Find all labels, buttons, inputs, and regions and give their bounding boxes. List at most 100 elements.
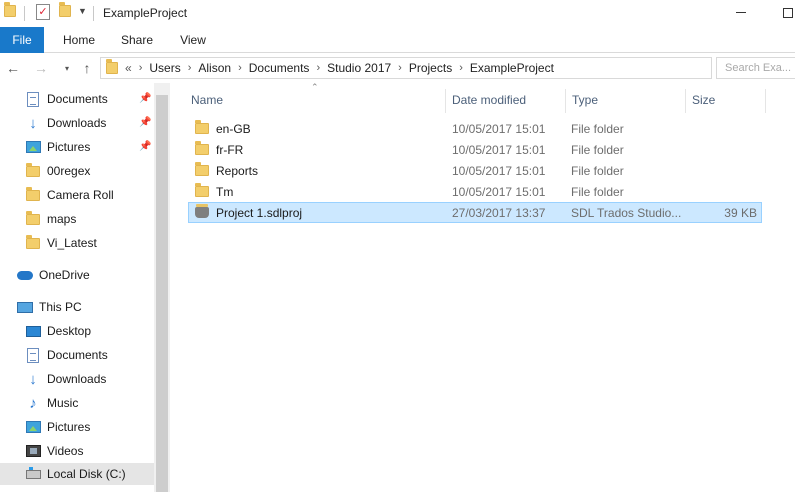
sidebar-item-pc-pictures[interactable]: Pictures [25, 416, 90, 438]
folder-icon [106, 59, 118, 74]
folder-icon [25, 162, 41, 179]
sidebar-item-label: Documents [47, 348, 108, 362]
table-row[interactable]: en-GB 10/05/2017 15:01 File folder [188, 118, 762, 139]
music-icon: ♪ [29, 394, 37, 412]
minimize-button[interactable] [736, 12, 746, 13]
sidebar-item-camera-roll[interactable]: Camera Roll [25, 184, 114, 206]
table-row[interactable]: fr-FR 10/05/2017 15:01 File folder [188, 139, 762, 160]
folder-icon [25, 234, 41, 251]
column-header-type[interactable]: Type [572, 89, 685, 111]
folder-icon [194, 183, 210, 200]
tab-home[interactable]: Home [52, 27, 106, 53]
folder-icon [25, 210, 41, 227]
table-row[interactable]: Tm 10/05/2017 15:01 File folder [188, 181, 762, 202]
pin-icon[interactable]: 📌 [139, 93, 151, 105]
sidebar-item-label: Music [47, 396, 79, 410]
file-name-cell: Project 1.sdlproj [194, 204, 303, 221]
sidebar-item-label: Desktop [47, 324, 92, 338]
sidebar-item-videos[interactable]: Videos [25, 440, 83, 462]
sidebar-item-pictures[interactable]: Pictures [25, 136, 90, 158]
sidebar-item-label: Downloads [47, 116, 107, 130]
sidebar-item-label: Documents [47, 92, 108, 106]
recent-locations-chevron-icon[interactable]: ▾ [59, 60, 75, 76]
tab-view[interactable]: View [168, 27, 218, 53]
file-name: fr-FR [216, 142, 244, 157]
new-folder-icon[interactable] [59, 2, 71, 17]
sidebar-item-onedrive[interactable]: OneDrive [17, 264, 90, 286]
sidebar-item-label: Local Disk (C:) [47, 467, 126, 481]
address-bar[interactable]: « › Users › Alison › Documents › Studio … [100, 57, 792, 79]
downloads-icon: ↓ [29, 370, 37, 388]
column-divider[interactable] [685, 89, 686, 113]
column-header-size[interactable]: Size [692, 89, 764, 111]
breadcrumb-separator-icon[interactable]: › [238, 62, 242, 74]
sidebar-item-pc-documents[interactable]: Documents [25, 344, 108, 366]
up-arrow-icon[interactable]: ↑ [79, 60, 95, 76]
folder-icon [194, 141, 210, 158]
table-row-selected[interactable]: Project 1.sdlproj 27/03/2017 13:37 SDL T… [188, 202, 762, 223]
sidebar-item-this-pc[interactable]: This PC [17, 296, 82, 318]
navigation-bar: ← → ▾ ↑ « › Users › Alison › Documents ›… [0, 53, 795, 83]
sidebar-item-desktop[interactable]: Desktop [25, 320, 91, 342]
disk-icon [25, 466, 41, 482]
ribbon-tabs: File Home Share View [0, 27, 795, 53]
breadcrumb-projects[interactable]: Projects [409, 61, 452, 75]
breadcrumb-alison[interactable]: Alison [198, 61, 231, 75]
column-header-date-modified[interactable]: Date modified [452, 89, 565, 111]
forward-arrow-icon[interactable]: → [33, 60, 49, 76]
column-divider[interactable] [445, 89, 446, 113]
breadcrumb-separator-icon[interactable]: › [459, 62, 463, 74]
file-name: Project 1.sdlproj [216, 205, 303, 220]
file-name-cell: Tm [194, 183, 233, 200]
sidebar-scrollbar-thumb[interactable] [156, 95, 168, 492]
table-row[interactable]: Reports 10/05/2017 15:01 File folder [188, 160, 762, 181]
file-type: File folder [571, 163, 624, 178]
pin-icon[interactable]: 📌 [139, 117, 151, 129]
breadcrumb-users[interactable]: Users [149, 61, 180, 75]
tab-file[interactable]: File [0, 27, 44, 53]
sidebar-item-00regex[interactable]: 00regex [25, 160, 90, 182]
pin-icon[interactable]: 📌 [139, 141, 151, 153]
folder-icon [194, 120, 210, 137]
sidebar-item-label: This PC [39, 300, 82, 314]
sidebar-item-label: Videos [47, 444, 84, 458]
sidebar-item-pc-downloads[interactable]: ↓ Downloads [25, 368, 106, 390]
breadcrumb-separator-icon[interactable]: › [139, 62, 143, 74]
sidebar-item-label: Pictures [47, 140, 91, 154]
videos-icon [25, 443, 41, 459]
desktop-icon [25, 323, 41, 339]
maximize-button[interactable] [783, 8, 793, 18]
column-divider[interactable] [565, 89, 566, 113]
column-header-name[interactable]: Name [191, 89, 445, 111]
tab-share[interactable]: Share [112, 27, 162, 53]
sidebar-item-downloads[interactable]: ↓ Downloads [25, 112, 106, 134]
sdl-project-file-icon [194, 204, 210, 221]
sidebar-item-maps[interactable]: maps [25, 208, 76, 230]
breadcrumb-separator-icon[interactable]: › [188, 62, 192, 74]
file-name: en-GB [216, 121, 251, 136]
breadcrumb-separator-icon[interactable]: › [316, 62, 320, 74]
sidebar-item-music[interactable]: ♪ Music [25, 392, 78, 414]
breadcrumb-overflow[interactable]: « [125, 61, 132, 75]
documents-icon [25, 91, 41, 107]
column-divider[interactable] [765, 89, 766, 113]
sidebar-item-local-disk[interactable]: Local Disk (C:) [0, 463, 154, 485]
pictures-icon [25, 139, 41, 155]
back-arrow-icon[interactable]: ← [5, 60, 21, 76]
breadcrumb-documents[interactable]: Documents [249, 61, 310, 75]
breadcrumb-exampleproject[interactable]: ExampleProject [470, 61, 554, 75]
sidebar-item-documents[interactable]: Documents [25, 88, 108, 110]
breadcrumb-separator-icon[interactable]: › [398, 62, 402, 74]
file-type: File folder [571, 121, 624, 136]
search-input[interactable]: Search Exa... [716, 57, 795, 79]
file-date: 10/05/2017 15:01 [452, 121, 546, 136]
sidebar-item-vi-latest[interactable]: Vi_Latest [25, 232, 97, 254]
breadcrumb-studio-2017[interactable]: Studio 2017 [327, 61, 391, 75]
file-name: Reports [216, 163, 259, 178]
file-date: 27/03/2017 13:37 [452, 205, 546, 220]
onedrive-cloud-icon [17, 267, 33, 283]
customize-toolbar-chevron-icon[interactable]: ▼ [78, 6, 87, 16]
properties-icon[interactable]: ✓ [36, 4, 50, 20]
sidebar-item-label: Camera Roll [47, 188, 114, 202]
file-type: File folder [571, 142, 624, 157]
